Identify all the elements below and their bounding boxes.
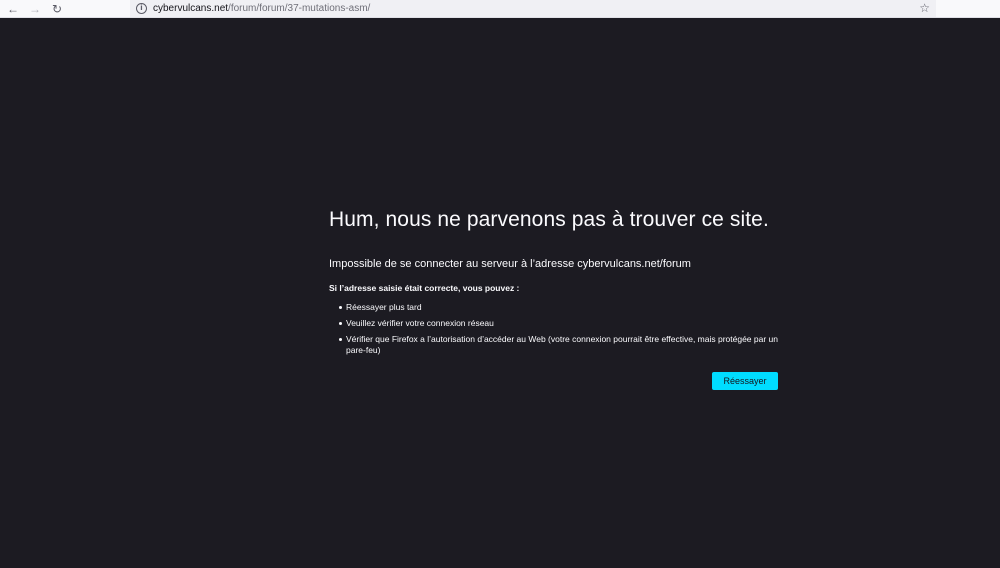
- suggestion-item: Vérifier que Firefox a l’autorisation d’…: [329, 334, 779, 356]
- star-icon[interactable]: ☆: [919, 1, 930, 15]
- forward-button[interactable]: →: [24, 0, 46, 18]
- suggestions-list: Réessayer plus tard Veuillez vérifier vo…: [329, 302, 779, 356]
- reload-button[interactable]: ↻: [46, 0, 68, 18]
- arrow-left-icon: ←: [7, 1, 19, 16]
- url-bar[interactable]: i cybervulcans.net/forum/forum/37-mutati…: [130, 0, 936, 17]
- back-button[interactable]: ←: [2, 0, 24, 18]
- info-icon[interactable]: i: [136, 3, 147, 14]
- url-host: cybervulcans.net: [153, 3, 229, 14]
- reload-icon: ↻: [51, 1, 63, 16]
- url-path: /forum/forum/37-mutations-asm/: [228, 3, 371, 14]
- url-text[interactable]: cybervulcans.net/forum/forum/37-mutation…: [153, 3, 370, 14]
- browser-toolbar: ← → ↻ i cybervulcans.net/forum/forum/37-…: [0, 0, 1000, 18]
- retry-button[interactable]: Réessayer: [712, 372, 778, 390]
- error-page-container: Hum, nous ne parvenons pas à trouver ce …: [329, 205, 779, 361]
- arrow-right-icon: →: [29, 1, 41, 16]
- suggestion-item: Veuillez vérifier votre connexion réseau: [329, 318, 779, 329]
- error-suggestions-heading: Si l’adresse saisie était correcte, vous…: [329, 283, 520, 293]
- error-title: Hum, nous ne parvenons pas à trouver ce …: [329, 208, 769, 231]
- suggestion-item: Réessayer plus tard: [329, 302, 779, 313]
- error-short-description: Impossible de se connecter au serveur à …: [329, 258, 691, 270]
